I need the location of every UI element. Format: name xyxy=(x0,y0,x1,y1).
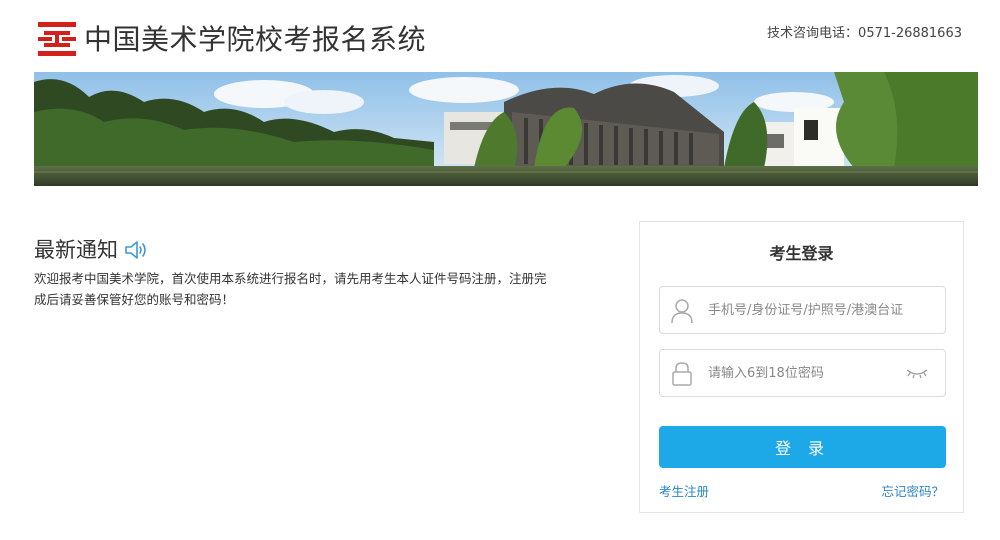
latest-notice: 最新通知 欢迎报考中国美术学院，首次使用本系统进行报名时，请先用考生本人证件号码… xyxy=(34,232,574,310)
lock-icon xyxy=(672,362,692,386)
eye-closed-icon[interactable] xyxy=(905,366,929,380)
header: 中国美术学院校考报名系统 技术咨询电话：0571-26881663 xyxy=(0,0,1000,72)
password-input[interactable] xyxy=(708,350,908,396)
notice-header: 最新通知 xyxy=(34,232,574,268)
username-field[interactable] xyxy=(659,286,946,334)
support-hotline: 技术咨询电话：0571-26881663 xyxy=(767,26,962,41)
login-panel: 考生登录 登 录 考生注册 忘记密码？ xyxy=(639,221,964,513)
notice-title: 最新通知 xyxy=(34,238,118,262)
notice-body: 欢迎报考中国美术学院，首次使用本系统进行报名时，请先用考生本人证件号码注册，注册… xyxy=(34,271,547,307)
login-button[interactable]: 登 录 xyxy=(659,426,946,468)
username-input[interactable] xyxy=(708,287,940,333)
login-title: 考生登录 xyxy=(769,244,834,263)
forgot-password-link[interactable]: 忘记密码？ xyxy=(881,483,944,501)
site-title: 中国美术学院校考报名系统 xyxy=(84,23,427,56)
academy-logo-icon xyxy=(38,22,76,56)
user-icon xyxy=(671,299,693,324)
speaker-icon xyxy=(125,241,146,259)
campus-banner-image xyxy=(34,72,978,186)
register-link[interactable]: 考生注册 xyxy=(659,483,709,501)
password-field[interactable] xyxy=(659,349,946,397)
